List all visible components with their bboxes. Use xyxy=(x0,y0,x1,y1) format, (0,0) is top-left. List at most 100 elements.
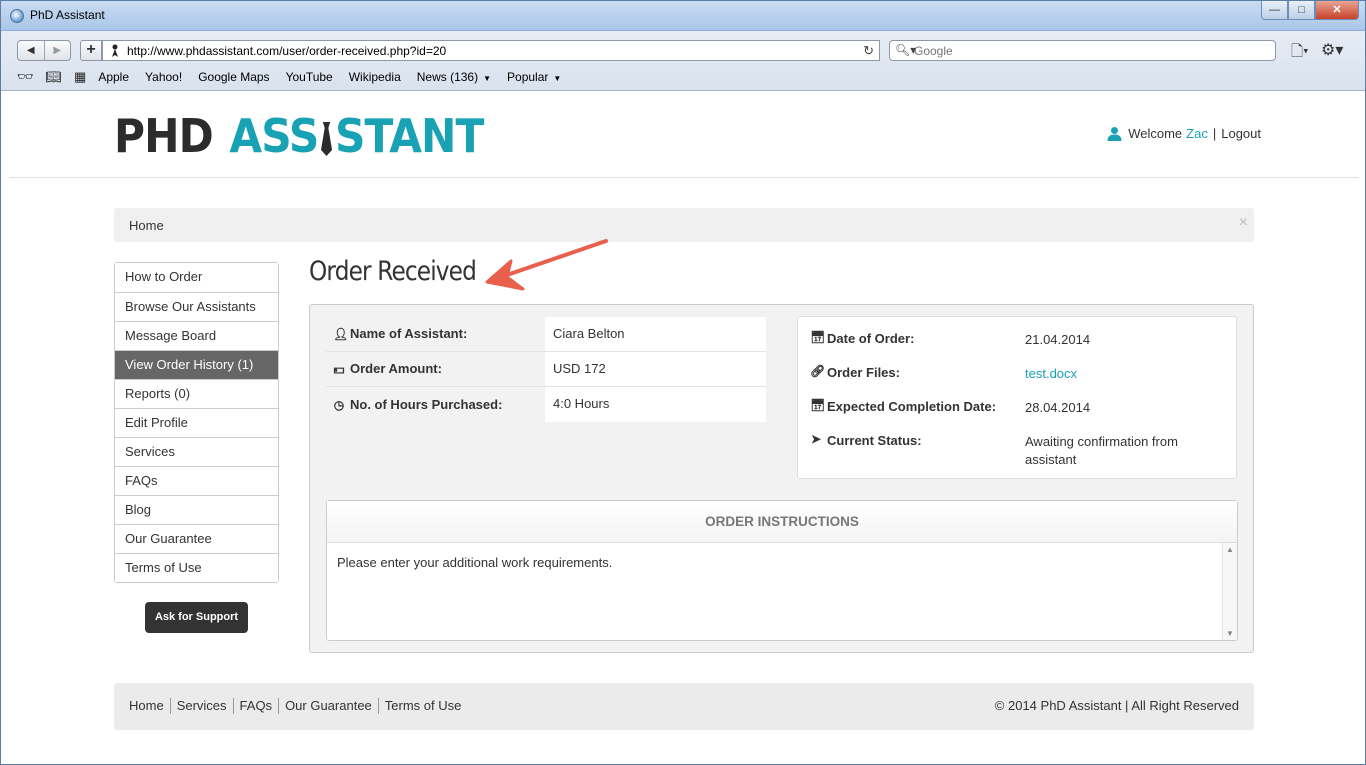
sidebar-item-message-board[interactable]: Message Board xyxy=(115,321,278,350)
footer-link-home[interactable]: Home xyxy=(129,698,170,714)
logout-link[interactable]: Logout xyxy=(1221,126,1261,141)
order-details-panel: 👤︎ Name of Assistant: Ciara Belton 💵︎ Orde… xyxy=(309,304,1254,653)
instructions-scrollbar[interactable]: ▲ ▼ xyxy=(1222,543,1237,640)
completion-date-value: 28.04.2014 xyxy=(1025,400,1091,415)
sidebar-item-view-order-history[interactable]: View Order History (1) xyxy=(115,350,278,379)
page-title: Order Received xyxy=(309,256,477,287)
bookmark-news-label: News (136) xyxy=(416,70,479,84)
annotation-arrow xyxy=(485,239,608,291)
header-separator: | xyxy=(1212,126,1217,141)
table-row: 💵︎ Order Amount: USD 172 xyxy=(326,352,766,387)
assistant-label: Name of Assistant: xyxy=(350,326,468,341)
close-icon[interactable]: × xyxy=(1239,214,1248,232)
url-text[interactable]: http://www.phdassistant.com/user/order-r… xyxy=(127,44,446,58)
sidebar-item-services[interactable]: Services xyxy=(115,437,278,466)
table-row: ◷ No. of Hours Purchased: 4:0 Hours xyxy=(326,387,766,422)
footer-link-terms-of-use[interactable]: Terms of Use xyxy=(377,698,468,714)
copyright-text: © 2014 PhD Assistant | All Right Reserve… xyxy=(994,698,1239,713)
add-bookmark-button[interactable]: + xyxy=(80,40,102,61)
window-controls: — □ ✕ xyxy=(1261,1,1359,21)
money-icon: 💵︎ xyxy=(333,362,345,376)
close-button[interactable]: ✕ xyxy=(1315,1,1359,20)
sidebar-item-edit-profile[interactable]: Edit Profile xyxy=(115,408,278,437)
order-status-box: 📅︎ Date of Order: 21.04.2014 🔗︎ Order File… xyxy=(797,316,1237,479)
page-menu-icon[interactable]: 🗋▾ xyxy=(1291,41,1309,66)
row-label: 🔗︎ Order Files: xyxy=(810,365,1025,383)
order-instructions: ORDER INSTRUCTIONS Please enter your add… xyxy=(326,500,1238,641)
top-sites-grid-icon[interactable]: ▦ xyxy=(74,69,86,85)
footer-links: Home Services FAQs Our Guarantee Terms o… xyxy=(129,698,467,714)
maximize-button[interactable]: □ xyxy=(1288,1,1315,20)
sidebar-item-reports[interactable]: Reports (0) xyxy=(115,379,278,408)
forward-button[interactable]: ▶ xyxy=(43,41,71,60)
address-bar[interactable]: http://www.phdassistant.com/user/order-r… xyxy=(102,40,880,61)
sidebar-item-blog[interactable]: Blog xyxy=(115,495,278,524)
instructions-text[interactable]: Please enter your additional work requir… xyxy=(337,555,612,570)
site-header: PHD ASS STANT Welcome Zac | Logout xyxy=(9,92,1359,178)
list-item: 📅︎ Expected Completion Date: 28.04.2014 xyxy=(810,399,1230,417)
hours-value: 4:0 Hours xyxy=(545,387,766,422)
bookmark-yahoo[interactable]: Yahoo! xyxy=(145,70,182,84)
sidebar-item-how-to-order[interactable]: How to Order xyxy=(115,263,278,292)
reader-icon[interactable]: 👓︎ xyxy=(17,69,34,85)
clock-icon: ◷ xyxy=(333,397,345,412)
bookmark-popular-folder[interactable]: Popular ▼ xyxy=(507,70,561,84)
reload-icon[interactable]: ↻ xyxy=(863,43,874,59)
footer-link-our-guarantee[interactable]: Our Guarantee xyxy=(278,698,378,714)
completion-date-label: Expected Completion Date: xyxy=(827,399,997,414)
user-icon xyxy=(1107,127,1122,141)
site-logo[interactable]: PHD ASS STANT xyxy=(114,109,484,163)
site-icon xyxy=(112,44,118,57)
chevron-down-icon: ▼ xyxy=(483,74,492,83)
ask-for-support-button[interactable]: Ask for Support xyxy=(145,602,248,633)
sidebar-item-our-guarantee[interactable]: Our Guarantee xyxy=(115,524,278,553)
row-label: 📅︎ Expected Completion Date: xyxy=(810,399,1025,417)
browser-toolbar: ◀ ▶ + http://www.phdassistant.com/user/o… xyxy=(1,31,1365,91)
bookmark-news-folder[interactable]: News (136) ▼ xyxy=(417,70,491,84)
bookmark-apple[interactable]: Apple xyxy=(98,70,129,84)
instructions-title: ORDER INSTRUCTIONS xyxy=(327,501,1237,543)
logo-phd: PHD xyxy=(114,109,214,163)
bookmarks-book-icon[interactable]: 📖︎ xyxy=(46,69,63,85)
bookmark-wikipedia[interactable]: Wikipedia xyxy=(349,70,401,84)
chevron-down-icon: ▼ xyxy=(553,74,562,83)
minimize-button[interactable]: — xyxy=(1261,1,1288,20)
footer-link-faqs[interactable]: FAQs xyxy=(232,698,279,714)
user-welcome: Welcome Zac | Logout xyxy=(1107,126,1261,141)
sidebar-item-browse-assistants[interactable]: Browse Our Assistants xyxy=(115,292,278,321)
order-summary-table: 👤︎ Name of Assistant: Ciara Belton 💵︎ Orde… xyxy=(326,317,766,422)
bookmark-google-maps[interactable]: Google Maps xyxy=(198,70,269,84)
row-label: ◷ No. of Hours Purchased: xyxy=(326,387,545,422)
breadcrumb-home[interactable]: Home xyxy=(129,218,164,233)
date-of-order-label: Date of Order: xyxy=(827,331,915,346)
bookmarks-bar: 👓︎ 📖︎ ▦ Apple Yahoo! Google Maps YouTube… xyxy=(17,68,577,86)
status-badge: Awaiting confirmation from assistant xyxy=(1025,434,1178,467)
search-input[interactable] xyxy=(914,43,1254,58)
link-icon: 🔗︎ xyxy=(810,364,826,378)
bookmark-popular-label: Popular xyxy=(507,70,549,84)
logo-ass: ASS xyxy=(229,109,319,163)
web-page: PHD ASS STANT Welcome Zac | Logout Home × … xyxy=(9,92,1359,760)
gear-icon[interactable]: ⚙▾ xyxy=(1321,40,1343,60)
row-label: 👤︎ Name of Assistant: xyxy=(326,317,545,351)
sidebar-item-terms-of-use[interactable]: Terms of Use xyxy=(115,553,278,582)
sidebar-item-faqs[interactable]: FAQs xyxy=(115,466,278,495)
scroll-down-icon[interactable]: ▼ xyxy=(1226,629,1234,638)
tie-icon xyxy=(321,122,333,156)
order-amount-value: USD 172 xyxy=(545,352,766,386)
bookmark-youtube[interactable]: YouTube xyxy=(286,70,333,84)
order-amount-label: Order Amount: xyxy=(350,361,442,376)
scroll-up-icon[interactable]: ▲ xyxy=(1226,545,1234,554)
browser-window: PhD Assistant — □ ✕ ◀ ▶ + http://www.phd… xyxy=(0,0,1366,765)
table-row: 👤︎ Name of Assistant: Ciara Belton xyxy=(326,317,766,352)
list-item: 🔗︎ Order Files: test.docx xyxy=(810,365,1230,383)
nav-buttons: ◀ ▶ xyxy=(17,40,71,61)
username-link[interactable]: Zac xyxy=(1186,126,1208,141)
window-title: PhD Assistant xyxy=(30,8,105,22)
list-item: 📅︎ Date of Order: 21.04.2014 xyxy=(810,331,1230,349)
order-file-link[interactable]: test.docx xyxy=(1025,365,1230,383)
footer-link-services[interactable]: Services xyxy=(169,698,233,714)
back-button[interactable]: ◀ xyxy=(18,41,44,60)
search-bar[interactable]: 🔍︎▾ xyxy=(889,40,1276,61)
browser-icon xyxy=(10,9,24,23)
